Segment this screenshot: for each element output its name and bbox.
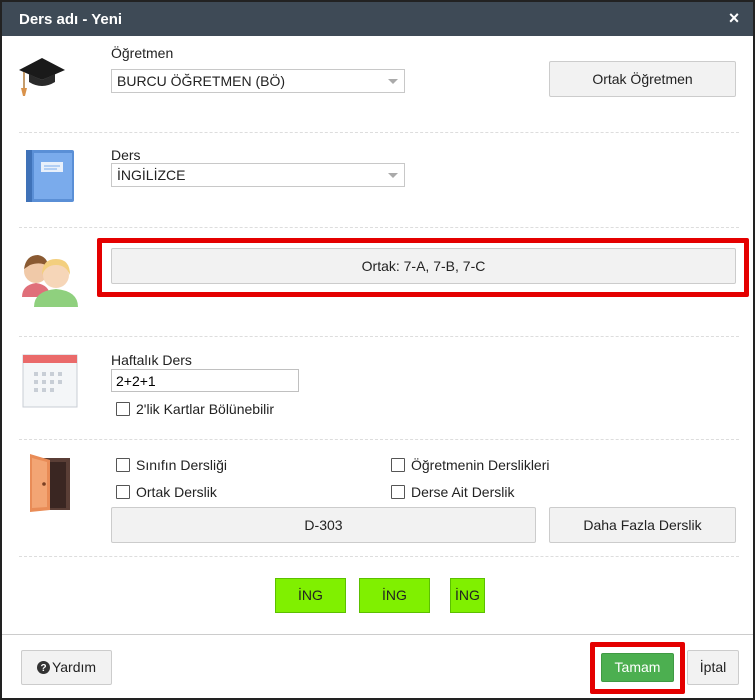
teacher-select[interactable]: BURCU ÖĞRETMEN (BÖ) [111,69,405,93]
checkbox-box[interactable] [116,485,130,499]
room-button[interactable]: D-303 [111,507,536,543]
teacher-select-value: BURCU ÖĞRETMEN (BÖ) [117,73,285,89]
class-room-label: Sınıfın Dersliği [136,457,228,473]
book-icon [26,150,74,202]
highlight-box [97,238,749,297]
shared-room-label: Ortak Derslik [136,484,217,500]
svg-text:?: ? [40,663,46,674]
subject-label: Ders [111,147,141,163]
weekly-label: Haftalık Ders [111,352,192,368]
teacher-rooms-label: Öğretmenin Derslikleri [411,457,550,473]
dialog-footer: ? Yardım Tamam İptal [2,634,753,698]
split-cards-checkbox[interactable]: 2'lik Kartlar Bölünebilir [116,401,274,417]
checkbox-box[interactable] [391,458,405,472]
door-icon [30,454,70,512]
teacher-label: Öğretmen [111,45,174,61]
cancel-button[interactable]: İptal [687,650,739,685]
lesson-card[interactable]: İNG [359,578,430,613]
checkbox-box[interactable] [116,458,130,472]
class-room-checkbox[interactable]: Sınıfın Dersliği [116,457,227,473]
question-icon: ? [36,661,50,674]
divider [19,227,739,228]
close-icon[interactable]: × [725,8,743,28]
lesson-dialog: Ders adı - Yeni × Öğretmen BURCU ÖĞRETME… [0,0,755,700]
checkbox-box[interactable] [116,402,130,416]
divider [19,132,739,133]
highlight-box [590,642,685,694]
subject-select-value: İNGİLİZCE [117,167,186,183]
calendar-icon [22,354,78,408]
divider [19,439,739,440]
chevron-down-icon [388,79,398,84]
subject-room-label: Derse Ait Derslik [411,484,515,500]
divider [19,336,739,337]
graduation-cap-icon [19,58,65,96]
lesson-card[interactable]: İNG [450,578,485,613]
more-rooms-button[interactable]: Daha Fazla Derslik [549,507,736,543]
weekly-lessons-input[interactable] [111,369,299,392]
subject-room-checkbox[interactable]: Derse Ait Derslik [391,484,514,500]
help-label: Yardım [51,659,97,675]
checkbox-box[interactable] [391,485,405,499]
shared-room-checkbox[interactable]: Ortak Derslik [116,484,217,500]
divider [19,556,739,557]
help-button[interactable]: ? Yardım [21,650,112,685]
subject-select[interactable]: İNGİLİZCE [111,163,405,187]
dialog-titlebar: Ders adı - Yeni × [2,2,753,36]
chevron-down-icon [388,173,398,178]
users-icon [22,255,78,307]
teacher-rooms-checkbox[interactable]: Öğretmenin Derslikleri [391,457,549,473]
lesson-card[interactable]: İNG [275,578,346,613]
shared-teacher-button[interactable]: Ortak Öğretmen [549,61,736,97]
dialog-title: Ders adı - Yeni [19,11,123,28]
split-cards-label: 2'lik Kartlar Bölünebilir [136,401,275,417]
